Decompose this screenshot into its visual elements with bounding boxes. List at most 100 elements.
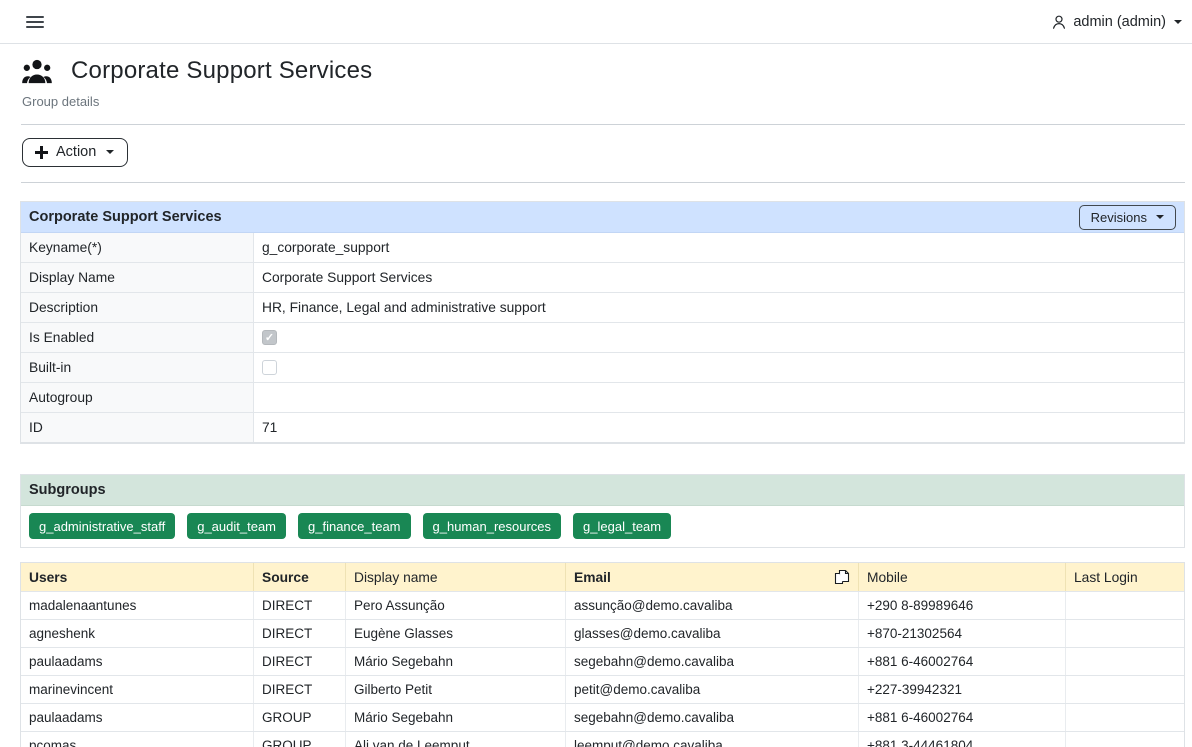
cell-display-name: Mário Segebahn — [346, 648, 566, 675]
subgroups-badges: g_administrative_staff g_audit_team g_fi… — [21, 506, 1184, 547]
group-users-icon — [22, 59, 52, 84]
cell-email: segebahn@demo.cavaliba — [566, 704, 859, 731]
chevron-down-icon — [1174, 20, 1182, 24]
group-panel-header: Corporate Support Services Revisions — [21, 202, 1184, 233]
cell-display-name: Eugène Glasses — [346, 620, 566, 647]
cell-user: madalenaantunes — [21, 592, 254, 619]
cell-email: petit@demo.cavaliba — [566, 676, 859, 703]
subgroup-badge[interactable]: g_human_resources — [423, 513, 562, 539]
cell-email: leemput@demo.cavaliba — [566, 732, 859, 747]
field-row-description: Description HR, Finance, Legal and admin… — [21, 293, 1184, 323]
is-enabled-checkbox: ✓ — [262, 330, 277, 345]
subgroups-title: Subgroups — [29, 482, 106, 498]
revisions-button-label: Revisions — [1091, 210, 1147, 225]
table-row: madalenaantunes DIRECT Pero Assunção ass… — [21, 592, 1184, 620]
cell-last-login — [1066, 620, 1184, 647]
field-row-id: ID 71 — [21, 413, 1184, 443]
col-header-email: Email — [574, 570, 611, 585]
cell-mobile: +290 8-89989646 — [859, 592, 1066, 619]
cell-display-name: Ali van de Leemput — [346, 732, 566, 747]
users-table-header: Users Source Display name Email Mobile L… — [21, 563, 1184, 592]
page-title: Corporate Support Services — [71, 57, 372, 85]
table-row: pcomas GROUP Ali van de Leemput leemput@… — [21, 732, 1184, 747]
cell-mobile: +870-21302564 — [859, 620, 1066, 647]
field-label: Is Enabled — [21, 323, 254, 352]
field-row-built-in: Built-in — [21, 353, 1184, 383]
user-menu[interactable]: admin (admin) — [1051, 14, 1184, 30]
cell-display-name: Gilberto Petit — [346, 676, 566, 703]
action-button[interactable]: Action — [22, 138, 128, 167]
revisions-button[interactable]: Revisions — [1079, 205, 1176, 230]
cell-user: paulaadams — [21, 648, 254, 675]
group-details-panel: Corporate Support Services Revisions Key… — [20, 201, 1185, 444]
group-panel-title: Corporate Support Services — [29, 209, 222, 225]
col-header-last-login: Last Login — [1066, 563, 1184, 591]
field-row-keyname: Keyname(*) g_corporate_support — [21, 233, 1184, 263]
field-row-autogroup: Autogroup — [21, 383, 1184, 413]
user-label: admin (admin) — [1073, 14, 1166, 30]
table-row: paulaadams DIRECT Mário Segebahn segebah… — [21, 648, 1184, 676]
plus-icon — [35, 146, 48, 159]
cell-last-login — [1066, 704, 1184, 731]
cell-source: GROUP — [254, 704, 346, 731]
field-value: HR, Finance, Legal and administrative su… — [254, 293, 1184, 322]
cell-display-name: Mário Segebahn — [346, 704, 566, 731]
field-label: Display Name — [21, 263, 254, 292]
cell-mobile: +881 6-46002764 — [859, 704, 1066, 731]
page-subtitle: Group details — [22, 94, 1168, 109]
cell-last-login — [1066, 648, 1184, 675]
field-value: 71 — [254, 413, 1184, 442]
cell-email: assunção@demo.cavaliba — [566, 592, 859, 619]
cell-email: glasses@demo.cavaliba — [566, 620, 859, 647]
field-row-is-enabled: Is Enabled ✓ — [21, 323, 1184, 353]
table-row: agneshenk DIRECT Eugène Glasses glasses@… — [21, 620, 1184, 648]
menu-hamburger-icon[interactable] — [24, 12, 46, 32]
divider — [21, 124, 1185, 125]
col-header-users: Users — [21, 563, 254, 591]
topbar: admin (admin) — [0, 0, 1192, 44]
divider — [21, 182, 1185, 183]
field-value: Corporate Support Services — [254, 263, 1184, 292]
field-row-display-name: Display Name Corporate Support Services — [21, 263, 1184, 293]
field-label: Description — [21, 293, 254, 322]
subgroup-badge[interactable]: g_finance_team — [298, 513, 411, 539]
subgroup-badge[interactable]: g_legal_team — [573, 513, 671, 539]
table-row: marinevincent DIRECT Gilberto Petit peti… — [21, 676, 1184, 704]
cell-source: DIRECT — [254, 620, 346, 647]
chevron-down-icon — [106, 150, 114, 154]
cell-mobile: +227-39942321 — [859, 676, 1066, 703]
field-label: Keyname(*) — [21, 233, 254, 262]
field-value: g_corporate_support — [254, 233, 1184, 262]
action-button-label: Action — [56, 144, 96, 160]
cell-source: DIRECT — [254, 592, 346, 619]
field-label: Built-in — [21, 353, 254, 382]
copy-icon[interactable] — [834, 569, 850, 585]
built-in-checkbox — [262, 360, 277, 375]
cell-user: pcomas — [21, 732, 254, 747]
cell-source: DIRECT — [254, 648, 346, 675]
field-value — [254, 383, 1184, 412]
subgroup-badge[interactable]: g_audit_team — [187, 513, 286, 539]
cell-user: paulaadams — [21, 704, 254, 731]
page-header: Corporate Support Services Group details — [0, 44, 1192, 109]
cell-source: DIRECT — [254, 676, 346, 703]
subgroups-header: Subgroups — [21, 475, 1184, 506]
cell-last-login — [1066, 732, 1184, 747]
table-row: paulaadams GROUP Mário Segebahn segebahn… — [21, 704, 1184, 732]
cell-last-login — [1066, 676, 1184, 703]
cell-source: GROUP — [254, 732, 346, 747]
subgroup-badge[interactable]: g_administrative_staff — [29, 513, 175, 539]
cell-user: agneshenk — [21, 620, 254, 647]
col-header-mobile: Mobile — [859, 563, 1066, 591]
subgroups-panel: Subgroups g_administrative_staff g_audit… — [20, 474, 1185, 548]
cell-last-login — [1066, 592, 1184, 619]
cell-user: marinevincent — [21, 676, 254, 703]
cell-mobile: +881 3-44461804 — [859, 732, 1066, 747]
cell-display-name: Pero Assunção — [346, 592, 566, 619]
field-label: Autogroup — [21, 383, 254, 412]
col-header-display-name: Display name — [346, 563, 566, 591]
col-header-source: Source — [254, 563, 346, 591]
cell-email: segebahn@demo.cavaliba — [566, 648, 859, 675]
person-icon — [1051, 14, 1067, 30]
users-table: Users Source Display name Email Mobile L… — [20, 562, 1185, 747]
